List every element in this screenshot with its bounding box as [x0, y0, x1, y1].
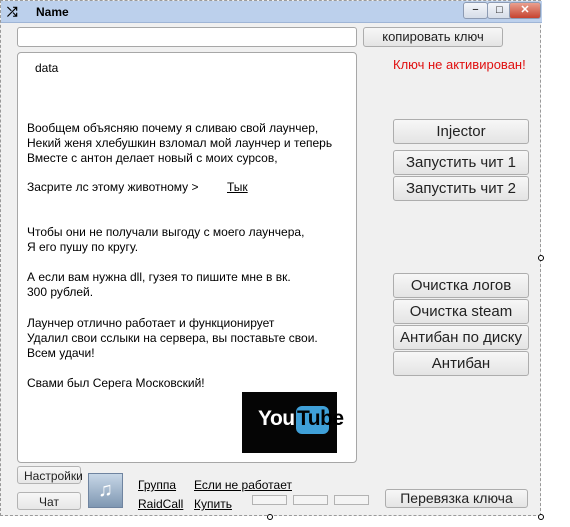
text-line: Я его пушу по кругу.: [27, 240, 139, 254]
window-title: Name: [36, 5, 69, 19]
progress-box-2: [293, 495, 328, 505]
resize-handle-bottom[interactable]: [267, 514, 273, 520]
info-panel: data Вообщем объясняю почему я сливаю св…: [17, 52, 357, 463]
music-note-icon[interactable]: ♫: [88, 473, 123, 508]
youtube-tube-badge: Tube: [296, 406, 344, 434]
buy-link[interactable]: Купить: [194, 497, 232, 511]
paragraph-5: Лаунчер отлично работает и функционирует…: [27, 316, 318, 361]
key-status-label: Ключ не активирован!: [393, 57, 526, 72]
title-bar[interactable]: ⤮ Name − □ ✕: [1, 1, 542, 23]
minimize-button[interactable]: −: [463, 2, 488, 19]
text-line: Удалил свои сслыки на сервера, вы постав…: [27, 331, 318, 345]
group-link[interactable]: Группа: [138, 478, 176, 492]
close-button[interactable]: ✕: [509, 2, 541, 19]
text-line: 300 рублей.: [27, 285, 94, 299]
key-input[interactable]: [17, 27, 357, 47]
bind-key-button[interactable]: Перевязка ключа: [385, 489, 528, 508]
text-line: Всем удачи!: [27, 346, 95, 360]
text-line: А если вам нужна dll, гузея то пишите мн…: [27, 270, 291, 284]
antiban-button[interactable]: Антибан: [393, 351, 529, 376]
settings-button[interactable]: Настройки: [17, 466, 83, 484]
panel-title: data: [35, 61, 59, 75]
resize-handle-corner[interactable]: [538, 514, 544, 520]
injector-button[interactable]: Injector: [393, 119, 529, 144]
resize-handle-right[interactable]: [538, 255, 544, 261]
paragraph-3: Чтобы они не получали выгоду с моего лау…: [27, 225, 304, 255]
shuffle-icon: ⤮: [7, 4, 18, 19]
text-line: Свами был Серега Московский!: [27, 376, 205, 390]
paragraph-2: Засрите лс этому животному >: [27, 180, 199, 195]
youtube-you-text: You: [258, 407, 295, 430]
progress-box-3: [334, 495, 369, 505]
youtube-tube-text: Tube: [297, 407, 344, 430]
chat-button[interactable]: Чат: [17, 492, 81, 510]
paragraph-4: А если вам нужна dll, гузея то пишите мн…: [27, 270, 291, 300]
tyk-link[interactable]: Тык: [227, 180, 248, 194]
text-line: Вообщем объясняю почему я сливаю свой ла…: [27, 121, 319, 135]
clear-logs-button[interactable]: Очистка логов: [393, 273, 529, 298]
antiban-disk-button[interactable]: Антибан по диску: [393, 325, 529, 350]
text-line: Некий женя хлебушкин взломал мой лаунчер…: [27, 136, 333, 150]
text-line: Чтобы они не получали выгоду с моего лау…: [27, 225, 305, 239]
copy-key-button[interactable]: копировать ключ: [363, 27, 503, 47]
text-line: Лаунчер отлично работает и функционирует: [27, 316, 275, 330]
run-cheat-2-button[interactable]: Запустить чит 2: [393, 176, 529, 201]
raidcall-link[interactable]: RaidCall: [138, 497, 183, 511]
clear-steam-button[interactable]: Очистка steam: [393, 299, 529, 324]
text-line: Засрите лс этому животному >: [27, 180, 199, 194]
paragraph-6: Свами был Серега Московский!: [27, 376, 205, 391]
main-window: ⤮ Name − □ ✕ копировать ключ Ключ не акт…: [0, 0, 542, 516]
youtube-logo[interactable]: You Tube: [242, 392, 344, 453]
not-working-link[interactable]: Если не работает: [194, 478, 292, 492]
run-cheat-1-button[interactable]: Запустить чит 1: [393, 150, 529, 175]
text-line: Вместе с антон делает новый с моих сурсо…: [27, 151, 278, 165]
paragraph-1: Вообщем объясняю почему я сливаю свой ла…: [27, 121, 332, 166]
progress-box-1: [252, 495, 287, 505]
